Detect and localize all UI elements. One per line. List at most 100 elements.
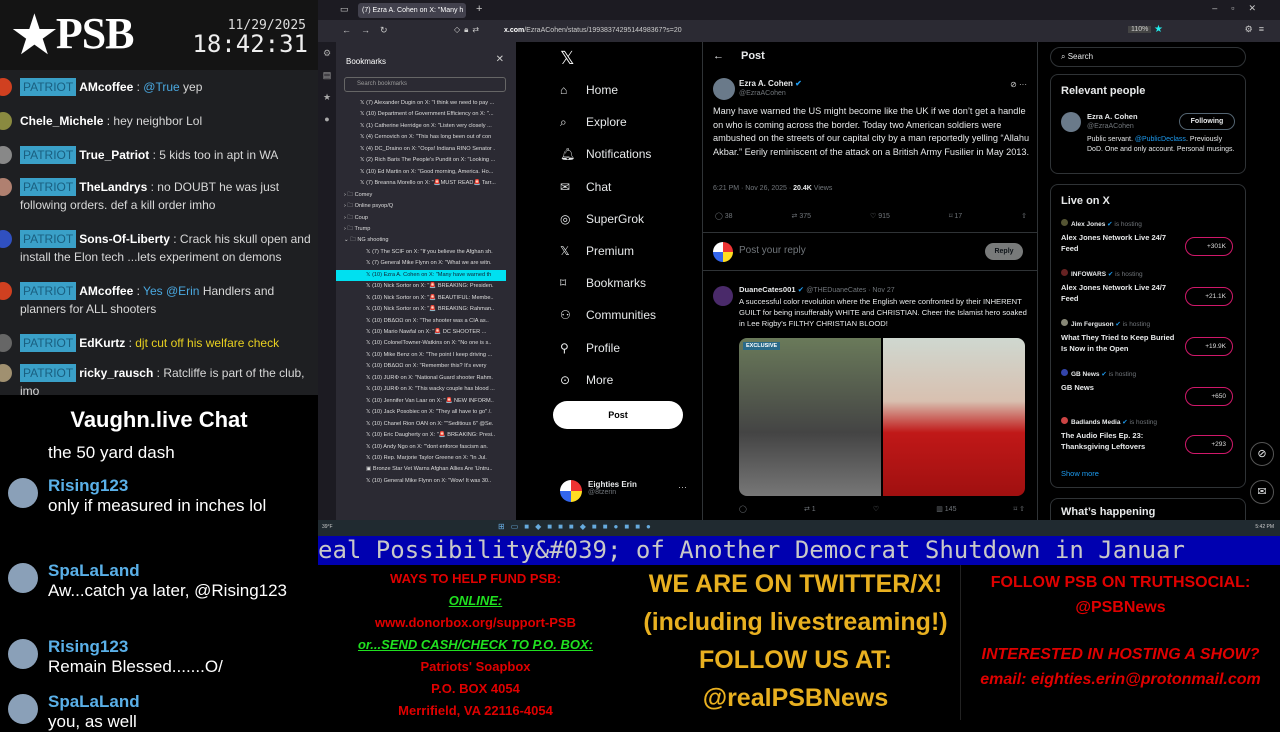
- following-button[interactable]: Following: [1179, 113, 1235, 130]
- bookmark-item[interactable]: 𝕏 (10) ColonelTowner-Watkins on X: "No o…: [336, 338, 506, 349]
- views-action[interactable]: ▥ 145: [936, 505, 956, 513]
- bookmark-item[interactable]: 𝕏 (10) Chanel Rion OAN on X: ""Seditious…: [336, 419, 506, 430]
- bookmark-item[interactable]: 𝕏 (10) DBΔΩΩ on X: "Remember this? It's …: [336, 361, 506, 372]
- nav-item-chat[interactable]: ✉ Chat: [560, 177, 611, 197]
- tab-active[interactable]: (7) Ezra A. Cohen on X: "Many h ✕: [358, 3, 466, 18]
- share-icon[interactable]: ⇧: [1021, 212, 1027, 220]
- bookmark-item[interactable]: 𝕏 (7) The SCIF on X: "If you believe the…: [336, 247, 506, 258]
- bookmark-item[interactable]: 𝕏 (10) JURΦ on X: "National Guard shoote…: [336, 373, 506, 384]
- post-button[interactable]: Post: [553, 401, 683, 429]
- chat-username[interactable]: ricky_rausch: [79, 366, 153, 380]
- bookmark-item[interactable]: 𝕏 (10) Nick Sortor on X: "🚨 BREAKING: Pr…: [336, 281, 506, 292]
- reply-icon[interactable]: ◯: [739, 505, 747, 513]
- bookmark-item[interactable]: 𝕏 (10) Nick Sortor on X: "🚨 BREAKING: Ra…: [336, 304, 506, 315]
- bookmark-item[interactable]: 𝕏 (10) General Mike Flynn on X: "Wow! It…: [336, 476, 506, 487]
- reply-input[interactable]: Post your reply: [739, 245, 806, 256]
- chat-mention[interactable]: Yes @Erin: [143, 284, 199, 298]
- bookmark-item[interactable]: 𝕏 (2) Rich Baris The People's Pundit on …: [336, 155, 506, 166]
- show-more-link[interactable]: Show more: [1061, 469, 1099, 478]
- url-field[interactable]: x.com/EzraACohen/status/1993837429514498…: [504, 27, 682, 34]
- bookmark-item[interactable]: 𝕏 (10) DBΔΩΩ on X: "The shooter was a CI…: [336, 316, 506, 327]
- nav-item-more[interactable]: ⊙ More: [560, 370, 613, 390]
- avatar[interactable]: [560, 480, 582, 502]
- bookmark-item[interactable]: 𝕏 (10) Rep. Marjorie Taylor Greene on X:…: [336, 453, 506, 464]
- chat-username[interactable]: TheLandrys: [79, 180, 147, 194]
- listener-count[interactable]: +301K: [1185, 237, 1233, 256]
- nav-item-notifications[interactable]: 🔔︎ Notifications: [560, 144, 651, 164]
- live-host-name[interactable]: Badlands Media: [1071, 419, 1120, 426]
- sidebar-tools-icon[interactable]: ⚙ ▤ ★ ●: [318, 42, 336, 130]
- bookmark-item[interactable]: 𝕏 (10) Mike Benz on X: "The point I keep…: [336, 350, 506, 361]
- repost-action[interactable]: ⇄ 375: [792, 212, 812, 220]
- bookmark-item[interactable]: 𝕏 (10) Jennifer Van Laar on X: "🚨 NEW IN…: [336, 396, 506, 407]
- bookmark-item[interactable]: 𝕏 (10) Jack Posobiec on X: "They all hav…: [336, 407, 506, 418]
- listener-count[interactable]: +19.9K: [1185, 337, 1233, 356]
- bookmark-item[interactable]: 𝕏 (10) Andy Ngo on X: "'dont enforce fas…: [336, 442, 506, 453]
- chat-username[interactable]: AMcoffee: [79, 284, 133, 298]
- reply-image-right[interactable]: [883, 338, 1025, 496]
- bookmark-folder[interactable]: ⌄ 🗀 NG shooting: [336, 235, 506, 246]
- chat-username[interactable]: AMcoffee: [79, 80, 133, 94]
- bookmark-item[interactable]: 𝕏 (10) Mario Nawfal on X: "🚨 DC SHOOTER …: [336, 327, 506, 338]
- bookmark-item[interactable]: 𝕏 (10) Ezra A. Cohen on X: "Many have wa…: [336, 269, 506, 282]
- live-item[interactable]: Jim Ferguson ✔ is hosting What They Tried…: [1061, 319, 1241, 356]
- chat-mention[interactable]: @True: [143, 80, 179, 94]
- bookmark-item[interactable]: 𝕏 (7) Alexander Dugin on X: "I think we …: [336, 98, 506, 109]
- chat-username[interactable]: Chele_Michele: [20, 114, 103, 128]
- tab-list-icon[interactable]: ▭: [340, 4, 349, 15]
- nav-item-profile[interactable]: ⚲ Profile: [560, 338, 620, 358]
- avatar[interactable]: [713, 78, 735, 100]
- live-item[interactable]: INFOWARS ✔ is hosting Alex Jones Network …: [1061, 269, 1241, 306]
- repost-action[interactable]: ⇄ 1: [804, 505, 816, 513]
- bookmark-folder[interactable]: › 🗀 Comey: [336, 190, 506, 201]
- nav-item-explore[interactable]: ⌕ Explore: [560, 112, 627, 132]
- bookmark-item[interactable]: 𝕏 (10) JURΦ on X: "This wacky couple has…: [336, 384, 506, 395]
- like-action[interactable]: ♡ 915: [870, 212, 890, 220]
- search-bookmarks-input[interactable]: Search bookmarks: [344, 77, 506, 92]
- star-icon[interactable]: ★: [1154, 24, 1163, 35]
- person-name[interactable]: Ezra A. Cohen: [1087, 112, 1138, 121]
- taskbar-icons[interactable]: ⊞▭■◆■■■◆■■●■■●: [498, 522, 657, 531]
- chat-username[interactable]: Rising123: [48, 476, 313, 496]
- live-item[interactable]: Badlands Media ✔ is hosting The Audio Fil…: [1061, 417, 1241, 454]
- nav-item-communities[interactable]: ⚇ Communities: [560, 305, 656, 325]
- more-icon[interactable]: ⊘ ···: [1010, 80, 1027, 89]
- live-host-name[interactable]: Alex Jones: [1071, 221, 1105, 228]
- chat-username[interactable]: EdKurtz: [79, 336, 125, 350]
- listener-count[interactable]: +21.1K: [1185, 287, 1233, 306]
- bookmark-item[interactable]: 𝕏 (4) Cernovich on X: "This has long bee…: [336, 132, 506, 143]
- nav-item-premium[interactable]: 𝕏 Premium: [560, 241, 634, 261]
- nav-item-home[interactable]: ⌂ Home: [560, 80, 618, 100]
- nav-item-bookmarks[interactable]: ⌑ Bookmarks: [560, 273, 646, 293]
- chat-username[interactable]: Sons-Of-Liberty: [79, 232, 170, 246]
- live-item[interactable]: Alex Jones ✔ is hosting Alex Jones Networ…: [1061, 219, 1241, 256]
- reply-author[interactable]: DuaneCates001: [739, 285, 796, 294]
- bookmark-item[interactable]: 𝕏 (1) Catherine Herridge on X: "Listen v…: [336, 121, 506, 132]
- bookmark-folder[interactable]: › 🗀 Trump: [336, 224, 506, 235]
- nav-buttons[interactable]: ←→↻: [342, 25, 398, 36]
- chat-username[interactable]: True_Patriot: [79, 148, 149, 162]
- reply-action[interactable]: ◯ 38: [715, 212, 733, 220]
- window-controls[interactable]: –▫✕: [1212, 3, 1270, 14]
- chat-username[interactable]: SpaLaLand: [48, 692, 313, 712]
- bookmark-item[interactable]: 𝕏 (10) Ed Martin on X: "Good morning, Am…: [336, 167, 506, 178]
- bookmark-item[interactable]: 𝕏 (10) Eric Daugherty on X: "🚨 BREAKING:…: [336, 430, 506, 441]
- zoom-level[interactable]: 110%: [1128, 26, 1152, 33]
- x-logo-icon[interactable]: 𝕏: [560, 48, 575, 69]
- bookmark-action[interactable]: ⌑ 17: [949, 212, 962, 220]
- live-host-name[interactable]: Jim Ferguson: [1071, 321, 1114, 328]
- avatar[interactable]: [713, 286, 733, 306]
- account-switcher[interactable]: Eighties Erin @8tzerin: [588, 480, 637, 496]
- author-name[interactable]: Ezra A. Cohen ✔: [739, 79, 802, 88]
- bookmark-item[interactable]: 𝕏 (10) Department of Government Efficien…: [336, 109, 506, 120]
- bookmark-folder[interactable]: › 🗀 Coup: [336, 213, 506, 224]
- reply-button[interactable]: Reply: [985, 243, 1023, 260]
- listener-count[interactable]: +293: [1185, 435, 1233, 454]
- avatar[interactable]: [1061, 112, 1081, 132]
- live-host-name[interactable]: INFOWARS: [1071, 271, 1106, 278]
- close-tab-icon[interactable]: ✕: [465, 7, 466, 14]
- bookmark-item[interactable]: 𝕏 (7) General Mike Flynn on X: "What we …: [336, 258, 506, 269]
- bookmark-item[interactable]: 𝕏 (4) DC_Draino on X: "Oops! Indiana RIN…: [336, 144, 506, 155]
- chat-username[interactable]: SpaLaLand: [48, 561, 313, 581]
- chat-username[interactable]: Rising123: [48, 637, 313, 657]
